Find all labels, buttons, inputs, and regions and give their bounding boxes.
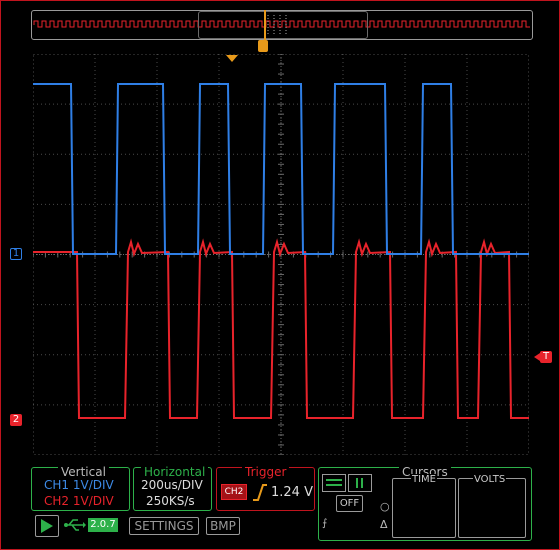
horizontal-lines-icon[interactable] xyxy=(322,474,346,492)
run-stop-button[interactable] xyxy=(35,515,59,537)
ch1-scale[interactable]: CH1 1V/DIV xyxy=(44,478,114,492)
timebase-value[interactable]: 200us/DIV xyxy=(141,478,203,492)
play-icon xyxy=(41,519,53,533)
overview-trigger-line xyxy=(264,10,266,40)
trigger-title: Trigger xyxy=(242,465,290,479)
falling-edge-icon: ⨍ xyxy=(322,518,328,529)
usb-icon xyxy=(64,519,86,531)
circle-icon: ○ xyxy=(380,500,390,513)
horizontal-title: Horizontal xyxy=(141,465,209,479)
ch2-ground-marker[interactable]: 2 xyxy=(10,414,22,426)
cursor-volts-box: VOLTS xyxy=(458,474,526,538)
horizontal-panel[interactable]: Horizontal 200us/DIV 250KS/s xyxy=(133,465,212,511)
settings-button[interactable]: SETTINGS xyxy=(129,517,199,535)
vertical-lines-icon[interactable] xyxy=(348,474,372,492)
vertical-title: Vertical xyxy=(58,465,109,479)
cursor-time-label: TIME xyxy=(411,474,438,485)
trigger-position-marker[interactable] xyxy=(258,40,268,52)
cursor-volts-label: VOLTS xyxy=(473,474,507,485)
trigger-source-button[interactable]: CH2 xyxy=(221,484,247,500)
cursors-off-button[interactable]: OFF xyxy=(336,495,363,512)
overview-view-window[interactable] xyxy=(198,11,368,39)
cursor-time-box: TIME xyxy=(392,474,456,538)
ch2-scale[interactable]: CH2 1V/DIV xyxy=(44,494,114,508)
trigger-level-marker[interactable]: T xyxy=(534,351,552,363)
ch1-ground-marker[interactable]: 1 xyxy=(10,248,22,260)
bmp-button[interactable]: BMP xyxy=(206,517,240,535)
trigger-level-value[interactable]: 1.24 V xyxy=(271,485,313,500)
firmware-version: 2.0.7 xyxy=(88,518,118,532)
scope-display xyxy=(33,54,529,455)
sample-rate-value: 250KS/s xyxy=(146,494,195,508)
rising-edge-icon[interactable] xyxy=(252,482,268,502)
delta-icon: Δ xyxy=(380,518,388,531)
vertical-panel[interactable]: Vertical CH1 1V/DIV CH2 1V/DIV xyxy=(31,465,130,511)
